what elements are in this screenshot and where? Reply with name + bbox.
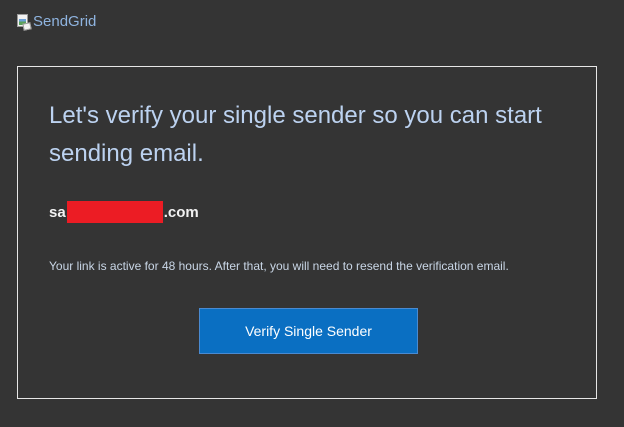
headline: Let's verify your single sender so you c… xyxy=(49,102,542,167)
sender-email: sa .com xyxy=(49,201,199,223)
verify-single-sender-button[interactable]: Verify Single Sender xyxy=(199,308,418,354)
link-expiry-note: Your link is active for 48 hours. After … xyxy=(49,259,509,273)
sendgrid-logo[interactable]: SendGrid xyxy=(17,13,97,31)
logo-alt-text: SendGrid xyxy=(33,13,97,30)
broken-image-icon xyxy=(17,13,32,31)
email-suffix: .com xyxy=(163,203,199,221)
email-redaction xyxy=(66,201,163,223)
email-prefix: sa xyxy=(49,203,66,221)
verification-card: Let's verify your single sender so you c… xyxy=(17,66,597,399)
